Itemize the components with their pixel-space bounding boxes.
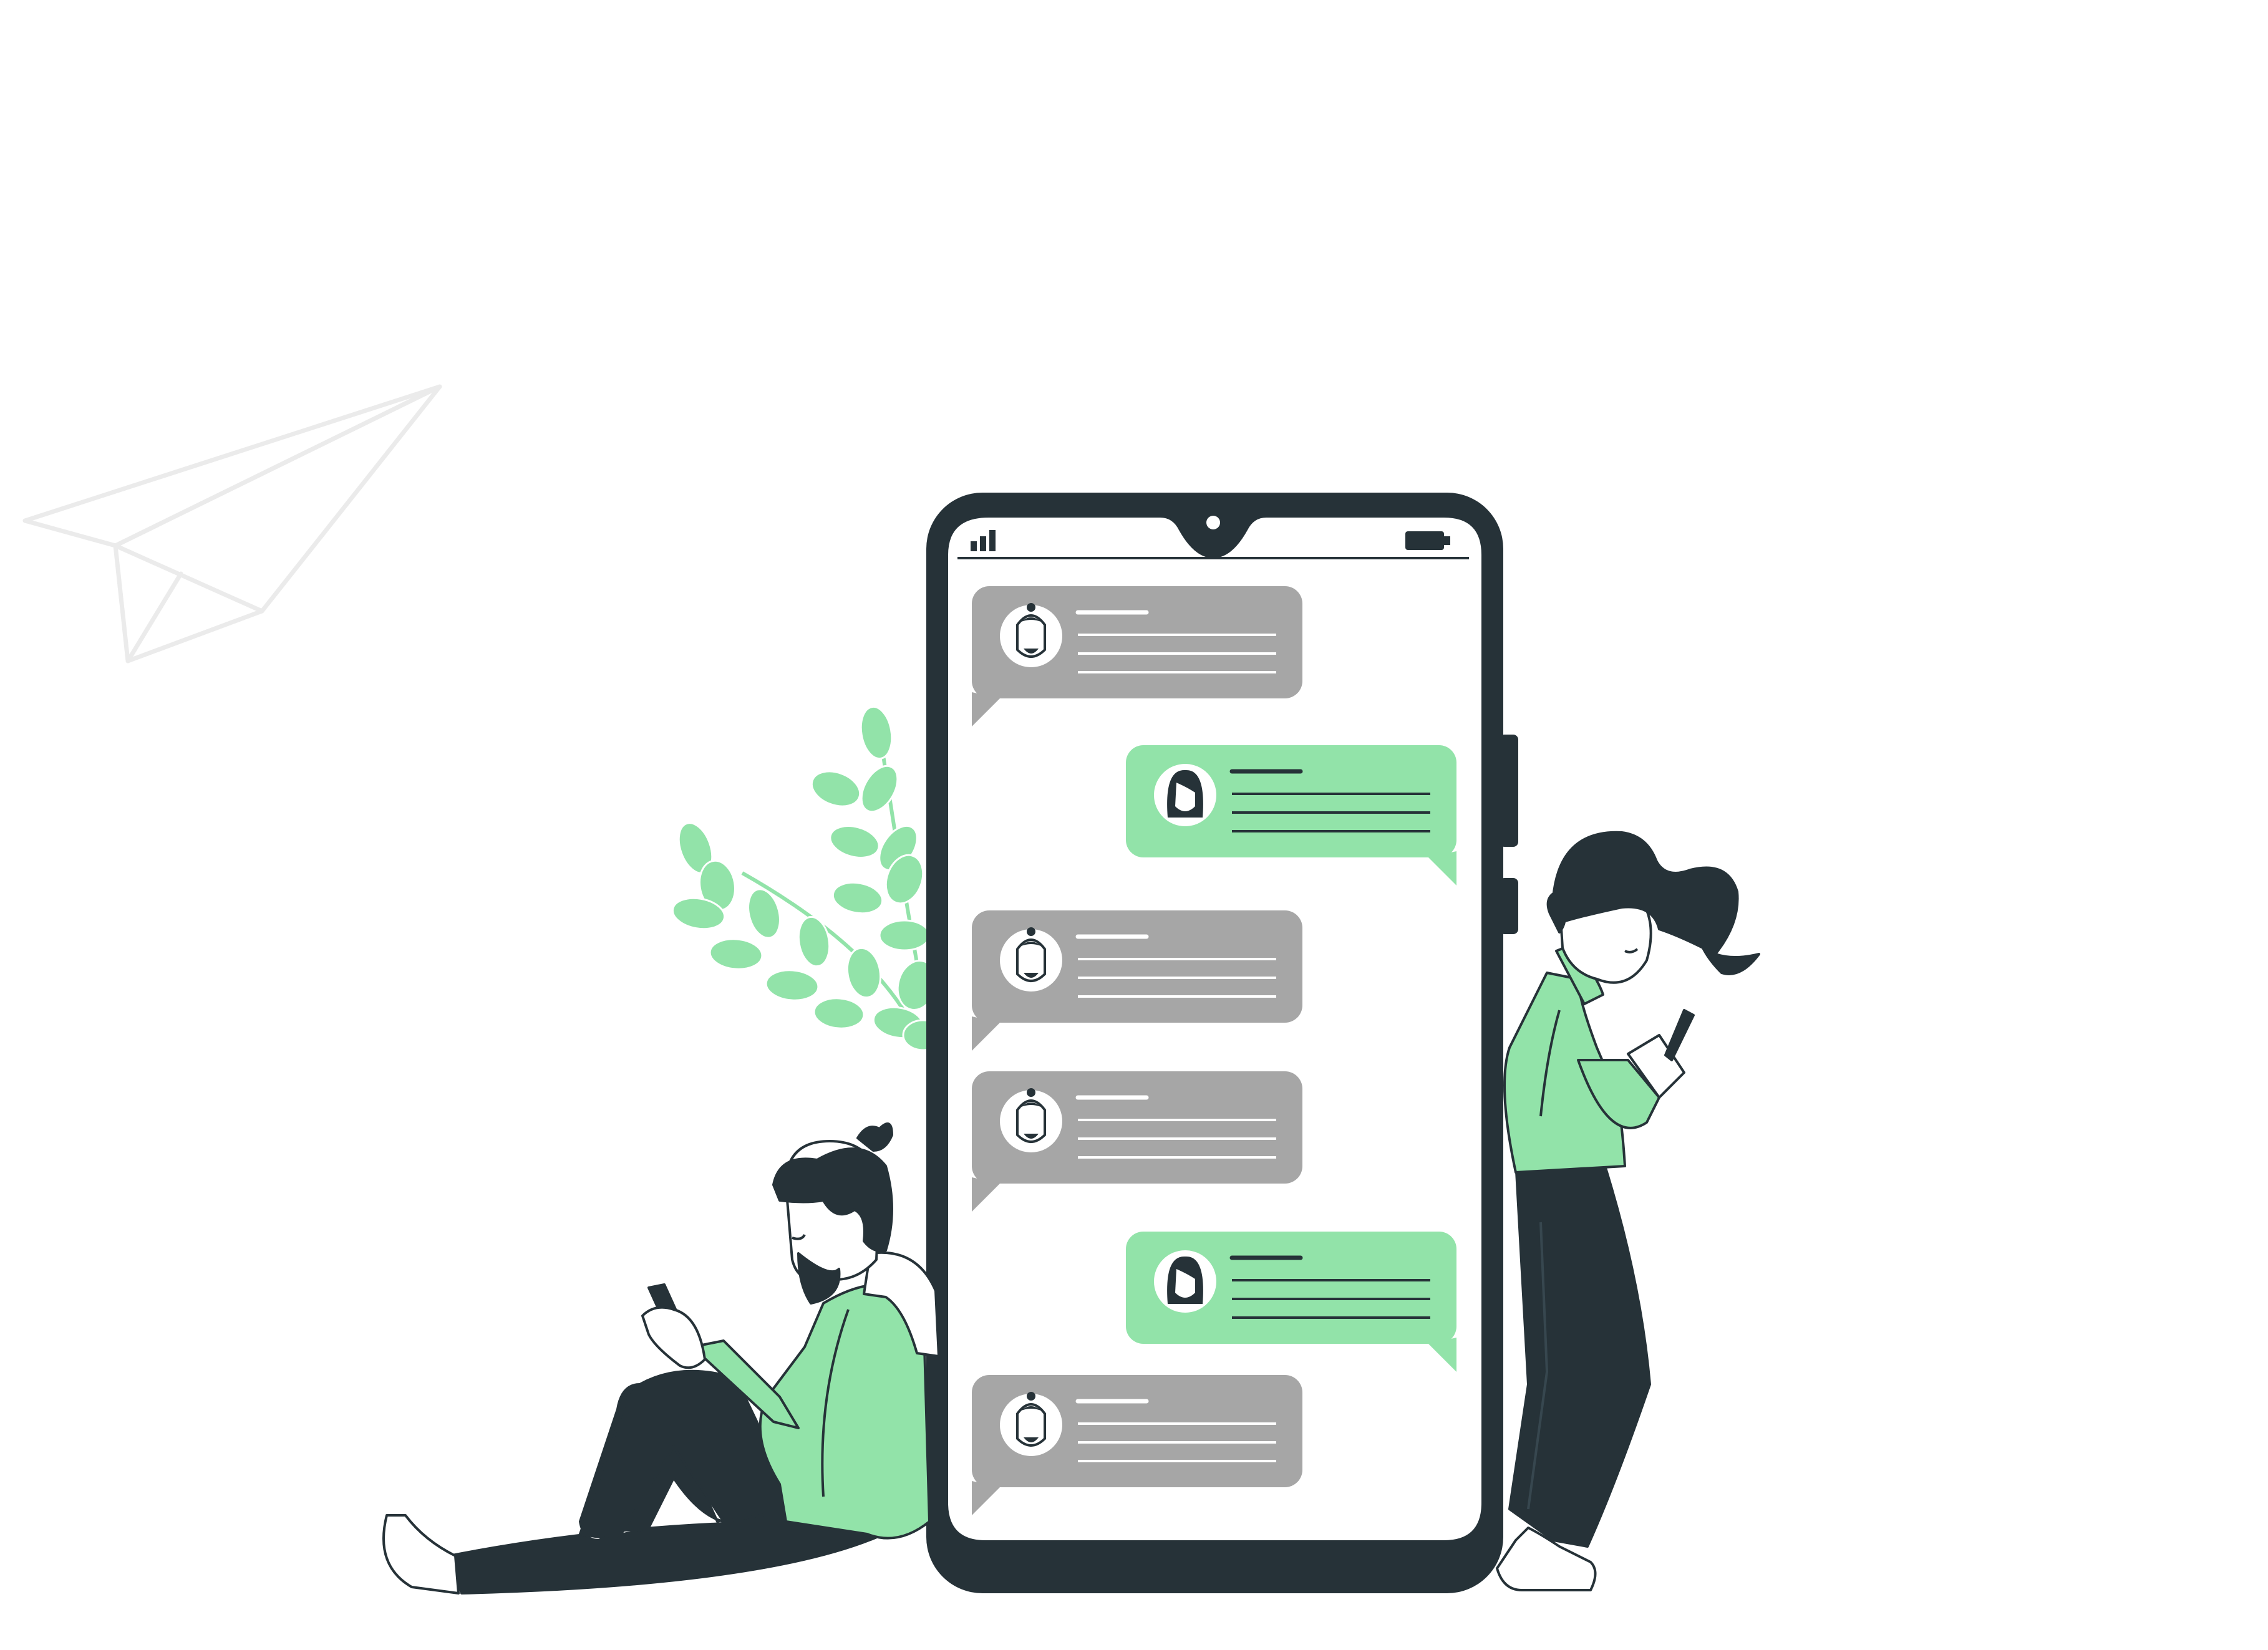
chat-illustration [22, 384, 1760, 1595]
woman-standing [1496, 831, 1760, 1591]
leaf [860, 705, 893, 760]
plant [671, 705, 944, 1051]
phone [926, 493, 1518, 1593]
leaf [831, 881, 884, 915]
leaf [797, 915, 831, 968]
woman-avatar-icon [1154, 1250, 1216, 1313]
battery-icon [1405, 531, 1450, 550]
leaf [765, 969, 820, 1001]
leaf [860, 765, 899, 813]
leaf [829, 825, 880, 859]
leaf [878, 919, 931, 952]
paper-plane-icon [22, 384, 442, 663]
leaf [813, 997, 865, 1030]
leaf [709, 938, 763, 970]
power-button [1500, 878, 1518, 934]
woman-avatar-icon [1154, 764, 1216, 826]
man-sitting [382, 1122, 940, 1595]
volume-button [1500, 735, 1518, 847]
leaf [846, 947, 882, 999]
leaf [810, 770, 861, 808]
